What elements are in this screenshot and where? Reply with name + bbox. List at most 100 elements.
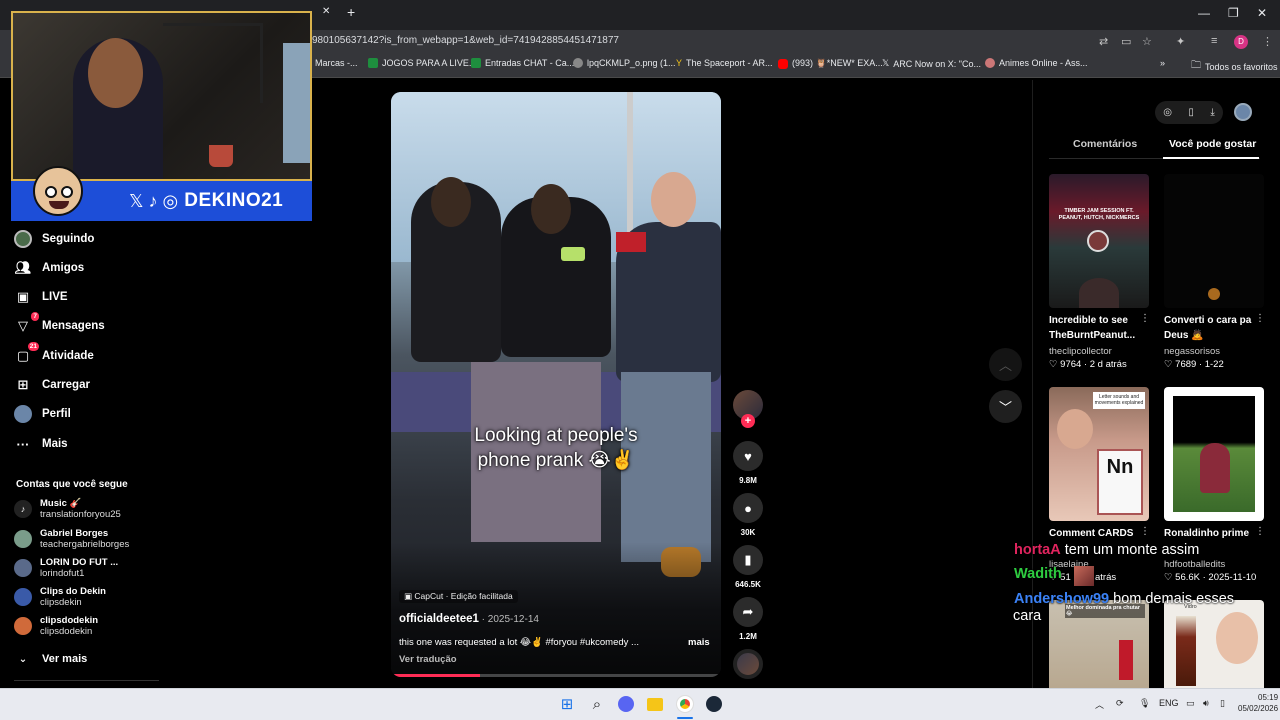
sidebar-item-amigos[interactable]: 👥︎ Amigos xyxy=(14,259,84,277)
bookmark-item[interactable]: (993) 🦉*NEW* EXA... xyxy=(778,58,883,69)
save-button[interactable]: ▮ xyxy=(733,545,763,575)
profile-avatar-icon[interactable]: D xyxy=(1234,35,1248,49)
cast-icon[interactable]: ▭ xyxy=(1121,35,1131,48)
discord-icon[interactable] xyxy=(616,694,636,714)
red-hood xyxy=(616,232,646,252)
followed-account[interactable]: clipsdodekin clipsdodekin xyxy=(14,615,98,637)
card-title[interactable]: Converti o cara pa xyxy=(1164,313,1254,328)
volume-icon[interactable]: 🔊︎ xyxy=(1203,698,1209,709)
url-field[interactable]: 980105637142?is_from_webapp=1&web_id=741… xyxy=(312,35,619,46)
sidebar-item-mais[interactable]: ··· Mais xyxy=(14,435,68,453)
all-bookmarks-folder[interactable]: 🗀 Todos os favoritos xyxy=(1191,58,1278,75)
language-indicator[interactable]: ENG xyxy=(1159,698,1179,708)
sidebar-item-live[interactable]: ▣ LIVE xyxy=(14,288,68,306)
sidebar-item-carregar[interactable]: ⊞ Carregar xyxy=(14,376,90,394)
bookmark-item[interactable]: Marcas -... xyxy=(315,58,358,68)
video-card[interactable]: Vidro xyxy=(1164,600,1264,688)
video-card[interactable]: Melhor dominada pra chutar😂 xyxy=(1049,600,1149,688)
bookmark-item[interactable]: JOGOS PARA A LIVE... xyxy=(368,58,476,68)
messages-icon: ▽ 7 xyxy=(18,312,39,333)
card-options-icon[interactable]: ⋮ xyxy=(1255,313,1265,324)
thumbnail-emoji xyxy=(1208,288,1220,300)
chrome-icon[interactable] xyxy=(675,694,695,714)
card-author[interactable]: hdfootballedits xyxy=(1164,558,1225,571)
maximize-button[interactable]: ❐ xyxy=(1228,6,1239,20)
download-icon[interactable]: ⤓ xyxy=(1210,107,1214,118)
card-options-icon[interactable]: ⋮ xyxy=(1140,526,1150,537)
video-card[interactable] xyxy=(1164,174,1264,308)
microphone-icon[interactable]: 🎙︎ xyxy=(1139,698,1150,709)
share-button[interactable]: ➦ xyxy=(733,597,763,627)
card-author[interactable]: theclipcollector xyxy=(1049,345,1112,358)
browser-menu-icon[interactable]: ⋮ xyxy=(1262,35,1273,48)
sidebar-item-mensagens[interactable]: ▽ 7 Mensagens xyxy=(14,312,105,335)
comment-button[interactable]: ● xyxy=(733,493,763,523)
chat-username: Wadith xyxy=(1014,566,1062,582)
music-avatar-icon: ♪ xyxy=(14,500,32,518)
steam-icon[interactable] xyxy=(704,694,724,714)
capcut-tag[interactable]: ▣ CapCut · Edição facilitada xyxy=(399,590,518,603)
clock[interactable]: 05:19 05/02/2026 xyxy=(1238,692,1278,714)
sound-disc-icon[interactable] xyxy=(733,649,763,679)
bookmark-item[interactable]: Animes Online - Ass... xyxy=(985,58,1088,68)
phone-icon[interactable]: ▯ xyxy=(1188,107,1194,118)
sidebar-item-seguindo[interactable]: Seguindo xyxy=(14,230,94,248)
file-explorer-icon[interactable] xyxy=(645,694,665,714)
minimize-button[interactable]: — xyxy=(1198,6,1210,20)
bookmark-item[interactable]: lpqCKMLP_o.png (1... xyxy=(573,58,676,68)
previous-video-button[interactable]: ︿ xyxy=(989,348,1022,381)
sidebar-item-perfil[interactable]: Perfil xyxy=(14,405,71,423)
video-player[interactable]: Looking at people's phone prank 😭✌️ ▣ Ca… xyxy=(391,92,721,677)
bookmark-star-icon[interactable]: ☆ xyxy=(1142,35,1152,48)
sync-icon[interactable]: ⟳ xyxy=(1116,698,1124,709)
compass-icon[interactable]: ◎ xyxy=(1163,107,1172,118)
card-options-icon[interactable]: ⋮ xyxy=(1255,526,1265,537)
card-options-icon[interactable]: ⋮ xyxy=(1140,313,1150,324)
windows-start-icon[interactable]: ⊞ xyxy=(557,694,577,714)
see-more-button[interactable]: ⌄ Ver mais xyxy=(14,650,87,668)
like-button[interactable]: ♥ xyxy=(733,441,763,471)
tab-voce-pode-gostar[interactable]: Você pode gostar xyxy=(1169,138,1256,150)
thumbnail-text: TIMBER JAM SESSION FT. PEANUT, HUTCH, NI… xyxy=(1058,208,1140,221)
webcam-overlay xyxy=(11,11,312,181)
card-title[interactable]: TheBurntPeanut... xyxy=(1049,328,1149,343)
network-icon[interactable]: ▭ xyxy=(1186,698,1195,709)
follow-plus-button[interactable]: + xyxy=(741,414,755,428)
card-title[interactable]: Ronaldinho prime xyxy=(1164,526,1264,541)
card-title[interactable]: Deus 🙇 xyxy=(1164,328,1264,343)
tab-comentarios[interactable]: Comentários xyxy=(1073,138,1137,150)
translate-link[interactable]: Ver tradução xyxy=(399,654,457,665)
chat-message: hortaA tem um monte assim xyxy=(1014,542,1199,558)
more-bookmarks-icon[interactable]: » xyxy=(1160,58,1165,68)
user-avatar[interactable] xyxy=(1234,103,1252,121)
followed-account[interactable]: ♪ Music 🎸 translationforyou25 xyxy=(14,498,121,520)
translate-icon[interactable]: ⇄ xyxy=(1099,35,1108,48)
chevron-down-icon: ﹀ xyxy=(998,400,1012,415)
more-button[interactable]: mais xyxy=(688,637,710,648)
followed-account[interactable]: Clips do Dekin clipsdekin xyxy=(14,586,106,608)
folder-icon: 🗀 xyxy=(1191,60,1201,71)
bookmark-item[interactable]: 𝕏 ARC Now on X: "Co... xyxy=(882,58,981,69)
video-card[interactable] xyxy=(1164,387,1264,521)
sidebar-item-atividade[interactable]: ▢ 21 Atividade xyxy=(14,342,94,365)
bookmark-item[interactable]: Entradas CHAT - Ca... xyxy=(471,58,574,68)
tray-overflow-icon[interactable]: ︿ xyxy=(1095,698,1104,711)
video-card[interactable]: TIMBER JAM SESSION FT. PEANUT, HUTCH, NI… xyxy=(1049,174,1149,308)
close-window-button[interactable]: ✕ xyxy=(1257,6,1267,20)
search-icon[interactable]: ⌕ xyxy=(587,694,607,714)
card-title[interactable]: Incredible to see xyxy=(1049,313,1149,328)
new-tab-button[interactable]: + xyxy=(347,4,355,20)
next-video-button[interactable]: ﹀ xyxy=(989,390,1022,423)
card-title[interactable]: Comment CARDS xyxy=(1049,526,1149,541)
bookmark-item[interactable]: Y The Spaceport - AR... xyxy=(676,58,773,68)
close-tab-icon[interactable]: ✕ xyxy=(322,6,336,20)
extensions-icon[interactable]: ✦ xyxy=(1176,35,1185,48)
video-card[interactable]: Letter sounds and movements explained Nn xyxy=(1049,387,1149,521)
notification-badge: 21 xyxy=(27,342,39,351)
card-author[interactable]: negassorisos xyxy=(1164,345,1220,358)
video-author[interactable]: officialdeetee1 · 2025-12-14 xyxy=(399,613,539,625)
followed-account[interactable]: Gabriel Borges teachergabrielborges xyxy=(14,528,129,550)
battery-icon[interactable]: ▯ xyxy=(1220,698,1225,709)
followed-account[interactable]: LORIN DO FUT ... lorindofut1 xyxy=(14,557,118,579)
reading-list-icon[interactable]: ≡ xyxy=(1211,35,1217,47)
